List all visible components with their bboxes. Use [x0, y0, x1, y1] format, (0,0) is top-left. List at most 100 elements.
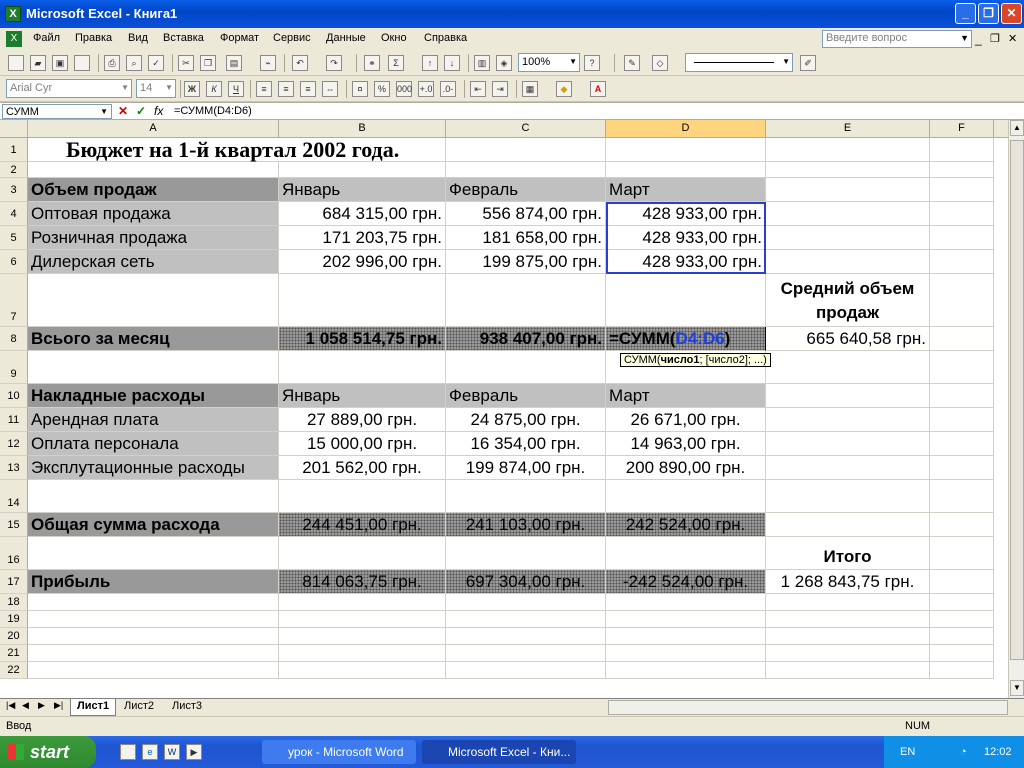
cell-e14[interactable] — [766, 480, 930, 513]
language-indicator[interactable]: EN — [900, 736, 915, 768]
cell-b4[interactable]: 684 315,00 грн. — [279, 202, 446, 226]
row-header-7[interactable]: 7 — [0, 274, 28, 327]
cell-b19[interactable] — [279, 611, 446, 628]
spelling-icon[interactable]: ✓ — [148, 55, 164, 71]
show-desktop-icon[interactable] — [120, 744, 136, 760]
cell-e19[interactable] — [766, 611, 930, 628]
cell-e7[interactable]: Средний объем продаж — [766, 274, 930, 327]
row-header-4[interactable]: 4 — [0, 202, 28, 226]
cell-f1[interactable] — [930, 138, 994, 162]
cell-b20[interactable] — [279, 628, 446, 645]
cell-e11[interactable] — [766, 408, 930, 432]
cell-b7[interactable] — [279, 274, 446, 327]
row-header-5[interactable]: 5 — [0, 226, 28, 250]
borders-icon[interactable]: ▦ — [522, 81, 538, 97]
align-center-icon[interactable]: ≡ — [278, 81, 294, 97]
cell-f11[interactable] — [930, 408, 994, 432]
menu-edit[interactable]: Правка — [75, 32, 112, 44]
align-left-icon[interactable]: ≡ — [256, 81, 272, 97]
paste-icon[interactable]: ▤ — [226, 55, 242, 71]
cell-f2[interactable] — [930, 162, 994, 178]
new-icon[interactable] — [8, 55, 24, 71]
excel-app-icon[interactable]: X — [5, 6, 21, 22]
cell-a16[interactable] — [28, 537, 279, 570]
cell-b3[interactable]: Январь — [279, 178, 446, 202]
cell-f8[interactable] — [930, 327, 994, 351]
cell-d15[interactable]: 242 524,00 грн. — [606, 513, 766, 537]
tab-sheet3[interactable]: Лист3 — [166, 699, 208, 716]
font-color-icon[interactable]: A — [590, 81, 606, 97]
cell-d13[interactable]: 200 890,00 грн. — [606, 456, 766, 480]
cell-d18[interactable] — [606, 594, 766, 611]
cell-b17[interactable]: 814 063,75 грн. — [279, 570, 446, 594]
tab-sheet2[interactable]: Лист2 — [118, 699, 160, 716]
enter-entry-icon[interactable]: ✓ — [136, 104, 146, 118]
cell-b14[interactable] — [279, 480, 446, 513]
row-header-19[interactable]: 19 — [0, 611, 28, 628]
redo-icon[interactable]: ↷ — [326, 55, 342, 71]
row-header-21[interactable]: 21 — [0, 645, 28, 662]
horizontal-scrollbar[interactable] — [608, 700, 1008, 715]
insert-function-icon[interactable]: fx — [154, 104, 163, 118]
formula-input[interactable]: =СУММ(D4:D6) — [174, 105, 252, 117]
cell-d20[interactable] — [606, 628, 766, 645]
row-header-12[interactable]: 12 — [0, 432, 28, 456]
cell-e20[interactable] — [766, 628, 930, 645]
cell-d8[interactable]: =СУММ(D4:D6) — [606, 327, 766, 351]
cell-c17[interactable]: 697 304,00 грн. — [446, 570, 606, 594]
cell-c10[interactable]: Февраль — [446, 384, 606, 408]
cancel-entry-icon[interactable]: ✕ — [118, 104, 128, 118]
cell-c20[interactable] — [446, 628, 606, 645]
ask-question-input[interactable]: Введите вопрос ▼ — [822, 30, 972, 48]
tab-nav-next-icon[interactable]: ▶ — [38, 700, 45, 711]
cell-f5[interactable] — [930, 226, 994, 250]
cell-d2[interactable] — [606, 162, 766, 178]
column-header-d[interactable]: D — [606, 120, 766, 138]
media-player-icon[interactable]: ▶ — [186, 744, 202, 760]
eraser-icon[interactable]: ◇ — [652, 55, 668, 71]
line-style-select[interactable]: ▼ — [685, 53, 793, 72]
column-header-f[interactable]: F — [930, 120, 994, 138]
font-size-select[interactable]: 14 ▼ — [136, 79, 176, 98]
row-header-15[interactable]: 15 — [0, 513, 28, 537]
menu-window[interactable]: Окно — [381, 32, 407, 44]
cell-e6[interactable] — [766, 250, 930, 274]
cell-e17[interactable]: 1 268 843,75 грн. — [766, 570, 930, 594]
cell-d1[interactable] — [606, 138, 766, 162]
copy-icon[interactable]: ❐ — [200, 55, 216, 71]
underline-icon[interactable]: Ч — [228, 81, 244, 97]
cell-e13[interactable] — [766, 456, 930, 480]
cell-a17[interactable]: Прибыль — [28, 570, 279, 594]
menu-data[interactable]: Данные — [326, 32, 366, 44]
row-header-16[interactable]: 16 — [0, 537, 28, 570]
cell-d6[interactable]: 428 933,00 грн. — [606, 250, 766, 274]
cell-f19[interactable] — [930, 611, 994, 628]
decrease-decimal-icon[interactable]: .0- — [440, 81, 456, 97]
cell-b16[interactable] — [279, 537, 446, 570]
cell-e10[interactable] — [766, 384, 930, 408]
cell-e5[interactable] — [766, 226, 930, 250]
doc-close-button[interactable]: ✕ — [1008, 32, 1017, 45]
cell-b15[interactable]: 244 451,00 грн. — [279, 513, 446, 537]
cell-f13[interactable] — [930, 456, 994, 480]
cell-c3[interactable]: Февраль — [446, 178, 606, 202]
cell-f7[interactable] — [930, 274, 994, 327]
cell-d3[interactable]: Март — [606, 178, 766, 202]
cell-a14[interactable] — [28, 480, 279, 513]
cell-a9[interactable] — [28, 351, 279, 384]
cell-c18[interactable] — [446, 594, 606, 611]
cell-c11[interactable]: 24 875,00 грн. — [446, 408, 606, 432]
cell-d14[interactable] — [606, 480, 766, 513]
cell-f14[interactable] — [930, 480, 994, 513]
cell-f10[interactable] — [930, 384, 994, 408]
cell-e22[interactable] — [766, 662, 930, 679]
cell-a2[interactable] — [28, 162, 279, 178]
cell-b9[interactable] — [279, 351, 446, 384]
cell-d21[interactable] — [606, 645, 766, 662]
cell-a22[interactable] — [28, 662, 279, 679]
row-header-11[interactable]: 11 — [0, 408, 28, 432]
scroll-down-icon[interactable]: ▼ — [1010, 680, 1024, 696]
tab-nav-first-icon[interactable]: |◀ — [6, 700, 15, 711]
cell-c12[interactable]: 16 354,00 грн. — [446, 432, 606, 456]
cell-a13[interactable]: Эксплутационные расходы — [28, 456, 279, 480]
